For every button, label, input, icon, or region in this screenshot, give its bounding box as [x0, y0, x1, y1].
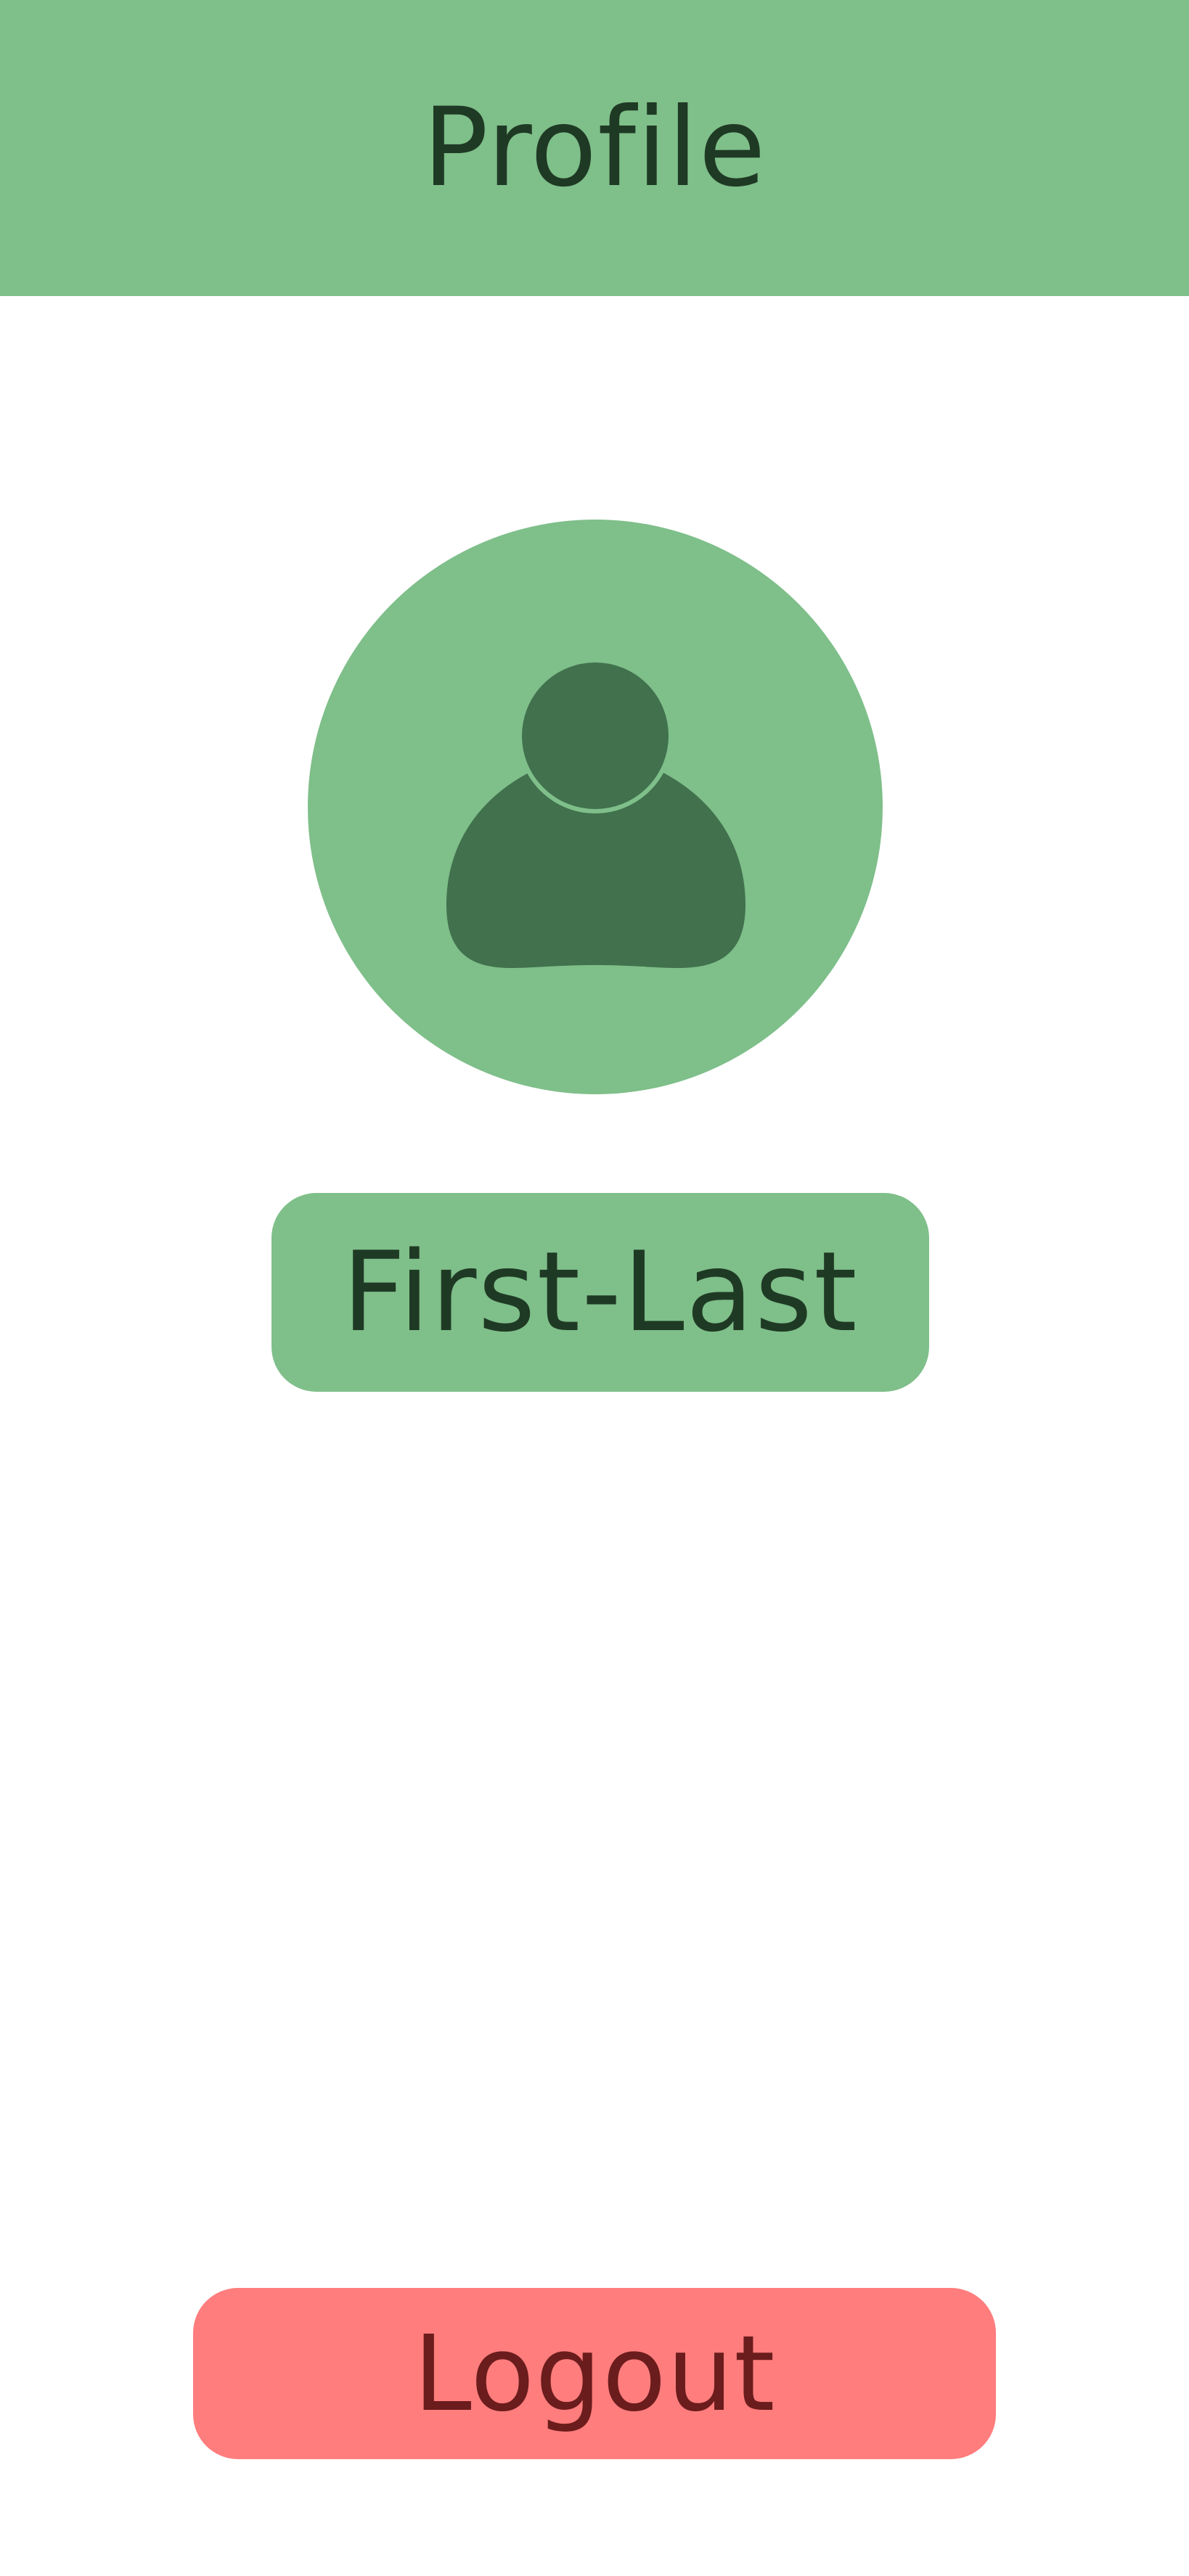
- page-title: Profile: [422, 85, 767, 211]
- avatar: [308, 520, 883, 1094]
- logout-button-label: Logout: [413, 2313, 776, 2435]
- profile-name: First-Last: [342, 1228, 859, 1356]
- app-header: Profile: [0, 0, 1189, 296]
- profile-name-chip: First-Last: [271, 1193, 929, 1392]
- person-icon: [446, 658, 745, 968]
- logout-button[interactable]: Logout: [193, 2288, 996, 2459]
